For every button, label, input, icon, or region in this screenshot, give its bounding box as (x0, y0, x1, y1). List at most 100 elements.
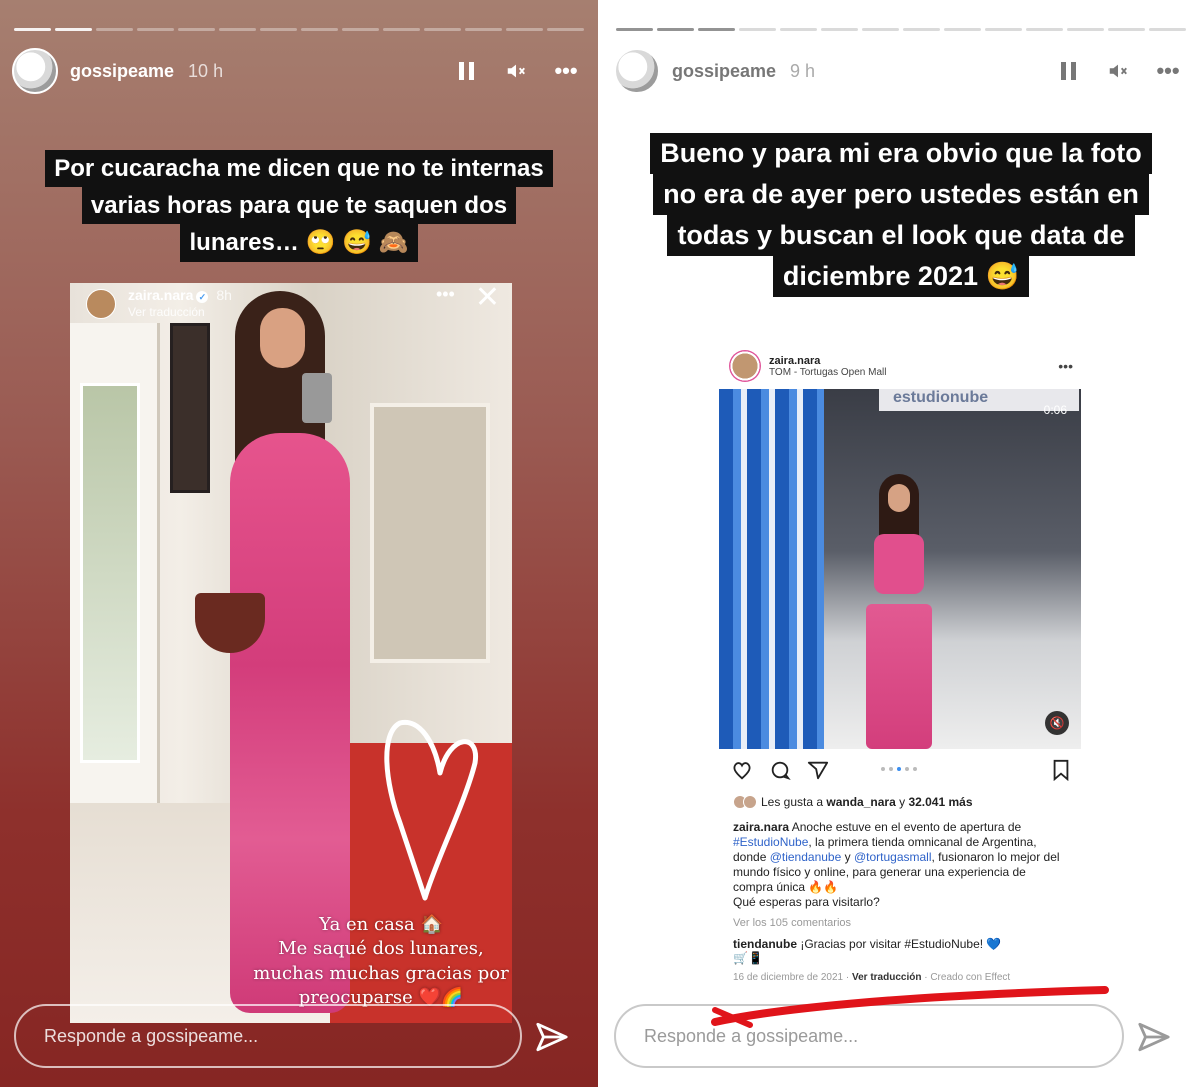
mute-icon[interactable] (502, 57, 530, 85)
embedded-story-header: zaira.nara ✓ 8h Ver traducción ••• ✕ (86, 283, 500, 327)
post-likes: Les gusta a wanda_nara y 32.041 más (733, 795, 973, 809)
embedded-story-photo: zaira.nara ✓ 8h Ver traducción ••• ✕ Ya en… (70, 283, 512, 1023)
more-icon: ••• (435, 284, 455, 304)
story-username[interactable]: gossipeame (672, 61, 776, 82)
photo-frame (170, 323, 210, 493)
story-username[interactable]: gossipeame (70, 61, 174, 82)
story-right: gossipeame 9 h ••• Bueno y para mi era o… (602, 0, 1200, 1087)
progress-segment (137, 28, 174, 31)
progress-segment (465, 28, 502, 31)
sticker-line: Ya en casa 🏠 (319, 914, 443, 935)
progress-segment (178, 28, 215, 31)
caption-line: varias horas para que te saquen dos (81, 187, 517, 225)
avatar[interactable] (614, 48, 660, 94)
share-icon (807, 761, 829, 780)
comment-user: tiendanube (733, 937, 798, 951)
progress-segment (260, 28, 297, 31)
story-caption: Bueno y para mi era obvio que la foto no… (602, 133, 1200, 298)
progress-segment (14, 28, 51, 31)
post-image: estudionube 0:06 🔇 (719, 389, 1081, 749)
video-timer: 0:06 (1043, 403, 1067, 417)
progress-segment (944, 28, 981, 31)
progress-segment (821, 28, 858, 31)
photo-door (70, 323, 160, 803)
progress-segment (985, 28, 1022, 31)
progress-segment (1067, 28, 1104, 31)
embedded-user: zaira.nara ✓ 8h (128, 287, 232, 303)
caption-line: lunares… 🙄 😅 🙈 (180, 224, 418, 262)
progress-segment (219, 28, 256, 31)
story-time: 10 h (188, 60, 224, 81)
close-icon: ✕ (474, 283, 500, 314)
progress-segment (698, 28, 735, 31)
comment-icon (771, 761, 791, 781)
embedded-avatar (86, 289, 116, 319)
progress-segment (383, 28, 420, 31)
more-icon[interactable]: ••• (1154, 57, 1182, 85)
caption-line: no era de ayer pero ustedes están en (653, 174, 1149, 216)
comment-text: ¡Gracias por visitar #EstudioNube! 💙 (797, 937, 1002, 951)
post-comment: tiendanube ¡Gracias por visitar #Estudio… (733, 937, 1069, 965)
story-progress (616, 28, 1186, 31)
likes-user: wanda_nara (826, 795, 896, 809)
story-header: gossipeame 9 h ••• (614, 48, 1182, 94)
progress-segment (739, 28, 776, 31)
progress-segment (55, 28, 92, 31)
caption-line: todas y buscan el look que data de (667, 215, 1135, 257)
caption-mention: @tiendanube (769, 850, 842, 864)
progress-segment (301, 28, 338, 31)
sticker-line: muchas muchas gracias por (253, 962, 509, 984)
carousel-dots (881, 767, 917, 771)
progress-segment (1108, 28, 1145, 31)
photo-phone (302, 373, 332, 423)
progress-segment (862, 28, 899, 31)
story-caption: Por cucaracha me dicen que no te interna… (0, 150, 598, 262)
progress-segment (424, 28, 461, 31)
pause-icon[interactable] (452, 57, 480, 85)
post-username: zaira.nara (769, 354, 821, 367)
caption-text: Anoche estuve en el evento de apertura d… (789, 820, 1022, 834)
caption-user: zaira.nara (733, 820, 790, 834)
more-icon: ••• (1058, 358, 1073, 374)
embedded-post: zaira.nara TOM - Tortugas Open Mall ••• … (719, 345, 1083, 990)
caption-line: diciembre 2021 😅 (772, 256, 1030, 298)
sticker-line: Me saqué dos lunares, (278, 938, 484, 960)
heart-doodle-icon (384, 719, 479, 901)
progress-segment (342, 28, 379, 31)
progress-segment (1149, 28, 1186, 31)
likes-mid: y (895, 795, 909, 809)
mute-icon: 🔇 (1045, 711, 1069, 735)
send-icon[interactable] (1137, 1020, 1171, 1054)
progress-segment (903, 28, 940, 31)
reply-input[interactable]: Responde a gossipeame... (14, 1004, 522, 1068)
likes-prefix: Les gusta a (761, 795, 827, 809)
progress-segment (1026, 28, 1063, 31)
more-icon[interactable]: ••• (552, 57, 580, 85)
post-avatar (729, 350, 761, 382)
story-header: gossipeame 10 h ••• (12, 48, 580, 94)
photo-pillars (719, 389, 824, 749)
photo-doorway (370, 403, 490, 663)
story-time: 9 h (790, 60, 816, 81)
progress-segment (780, 28, 817, 31)
send-icon[interactable] (535, 1020, 569, 1054)
progress-segment (616, 28, 653, 31)
likes-count: 32.041 más (908, 795, 973, 809)
embedded-translate: Ver traducción (128, 305, 205, 319)
verified-icon: ✓ (196, 291, 209, 303)
story-progress (14, 28, 584, 31)
progress-segment (657, 28, 694, 31)
caption-line: Por cucaracha me dicen que no te interna… (45, 150, 553, 188)
post-header: zaira.nara TOM - Tortugas Open Mall ••• (719, 345, 1083, 387)
progress-segment (506, 28, 543, 31)
avatar[interactable] (12, 48, 58, 94)
caption-text: Qué esperas para visitarlo? (733, 895, 880, 909)
reply-placeholder: Responde a gossipeame... (44, 1025, 259, 1046)
annotation-underline (711, 986, 1109, 1028)
post-location: TOM - Tortugas Open Mall (769, 366, 887, 378)
progress-segment (547, 28, 584, 31)
mute-icon[interactable] (1104, 57, 1132, 85)
caption-line: Bueno y para mi era obvio que la foto (650, 133, 1152, 175)
pause-icon[interactable] (1054, 57, 1082, 85)
caption-text: y (841, 850, 854, 864)
